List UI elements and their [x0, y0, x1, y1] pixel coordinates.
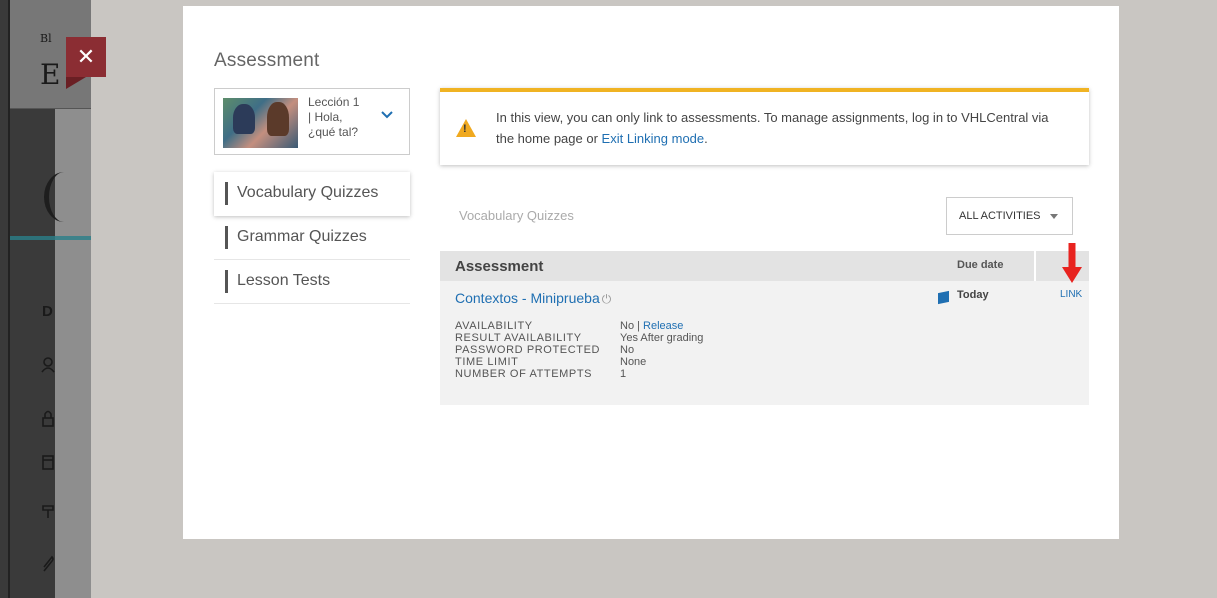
due-date-value: Today: [957, 289, 989, 301]
close-button[interactable]: ✕: [66, 37, 106, 77]
assessment-title-link[interactable]: Contextos - Miniprueba ⏻: [455, 290, 611, 307]
notice-text: In this view, you can only link to asses…: [496, 107, 1056, 149]
calendar-badge-icon: [938, 290, 949, 305]
detail-key: PASSWORD PROTECTED: [455, 344, 601, 356]
detail-value: 1: [620, 368, 627, 380]
nav-item-vocabulary-quizzes[interactable]: Vocabulary Quizzes: [214, 172, 410, 216]
chevron-down-icon: [381, 111, 393, 119]
nav-item-marker: [225, 270, 228, 293]
close-button-ribbon: [66, 77, 86, 89]
bg-icons: [41, 357, 55, 572]
availability-value: No: [620, 320, 635, 332]
detail-key: TIME LIMIT: [455, 356, 519, 368]
nav-item-label: Lesson Tests: [237, 272, 331, 289]
paperclip-icon: [43, 555, 54, 572]
detail-value: No | Release: [620, 320, 684, 332]
section-label: Vocabulary Quizzes: [459, 208, 574, 223]
detail-row: NUMBER OF ATTEMPTS 1: [455, 368, 703, 380]
detail-key: NUMBER OF ATTEMPTS: [455, 368, 593, 380]
bg-edge: [8, 0, 10, 598]
detail-key: RESULT AVAILABILITY: [455, 332, 582, 344]
calendar-icon: [42, 455, 54, 470]
nav-item-marker: [225, 182, 228, 205]
header-divider: [1034, 251, 1036, 281]
red-arrow-annotation-icon: [1062, 243, 1082, 283]
pin-icon: [42, 505, 54, 518]
assessment-title-text: Contextos - Miniprueba: [455, 290, 600, 306]
close-icon: ✕: [76, 44, 96, 69]
bg-glyph-d: D: [42, 303, 53, 320]
table-header: Assessment Due date: [440, 251, 1089, 281]
lesson-label-line3: ¿qué tal?: [308, 125, 359, 139]
nav-item-marker: [225, 226, 228, 249]
notice-text-end: .: [704, 131, 708, 146]
caret-down-icon: [1050, 214, 1058, 219]
nav-item-label: Vocabulary Quizzes: [237, 184, 379, 201]
column-header-due-date: Due date: [957, 259, 1004, 271]
quiz-type-nav: Vocabulary Quizzes Grammar Quizzes Lesso…: [214, 172, 410, 304]
bg-glyph-bl: Bl: [40, 32, 52, 45]
detail-row: AVAILABILITY No | Release: [455, 320, 703, 332]
background-app-strip: Bl E D: [0, 0, 91, 598]
lesson-label-line1: Lección 1: [308, 95, 360, 109]
lesson-label-line2: | Hola,: [308, 110, 343, 124]
detail-value: No: [620, 344, 635, 356]
detail-row: TIME LIMIT None: [455, 356, 703, 368]
column-header-assessment: Assessment: [455, 258, 544, 275]
assessment-modal: Assessment Lección 1 | Hola, ¿qué tal? V…: [183, 6, 1119, 539]
modal-title: Assessment: [214, 50, 320, 71]
linking-mode-notice: ! In this view, you can only link to ass…: [440, 88, 1089, 165]
power-icon: ⏻: [601, 292, 612, 306]
nav-item-grammar-quizzes[interactable]: Grammar Quizzes: [214, 216, 410, 260]
bg-teal-bar: [10, 236, 91, 240]
detail-row: RESULT AVAILABILITY Yes After grading: [455, 332, 703, 344]
lesson-label: Lección 1 | Hola, ¿qué tal?: [308, 95, 378, 140]
detail-value: Yes After grading: [620, 332, 704, 344]
assessment-table: Assessment Due date Contextos - Miniprue…: [440, 251, 1089, 405]
link-button[interactable]: LINK: [1060, 289, 1082, 300]
lock-icon: [42, 417, 54, 427]
filter-selected-value: ALL ACTIVITIES: [959, 210, 1041, 222]
notice-text-body: In this view, you can only link to asses…: [496, 110, 1049, 146]
lesson-thumbnail: [223, 98, 298, 148]
detail-row: PASSWORD PROTECTED No: [455, 344, 703, 356]
nav-item-label: Grammar Quizzes: [237, 228, 367, 245]
exit-linking-mode-link[interactable]: Exit Linking mode: [602, 131, 705, 146]
bg-divider: [10, 108, 91, 109]
bg-circle: [44, 172, 84, 222]
lesson-selector[interactable]: Lección 1 | Hola, ¿qué tal?: [214, 88, 410, 155]
nav-item-lesson-tests[interactable]: Lesson Tests: [214, 260, 410, 304]
release-link[interactable]: Release: [643, 320, 683, 332]
assessment-details: AVAILABILITY No | Release RESULT AVAILAB…: [455, 320, 703, 380]
warning-icon: !: [456, 119, 476, 137]
detail-key: AVAILABILITY: [455, 320, 533, 332]
activity-filter-select[interactable]: ALL ACTIVITIES: [946, 197, 1073, 235]
bg-glyph-e: E: [40, 58, 61, 91]
person-icon: [43, 357, 53, 367]
detail-value: None: [620, 356, 647, 368]
